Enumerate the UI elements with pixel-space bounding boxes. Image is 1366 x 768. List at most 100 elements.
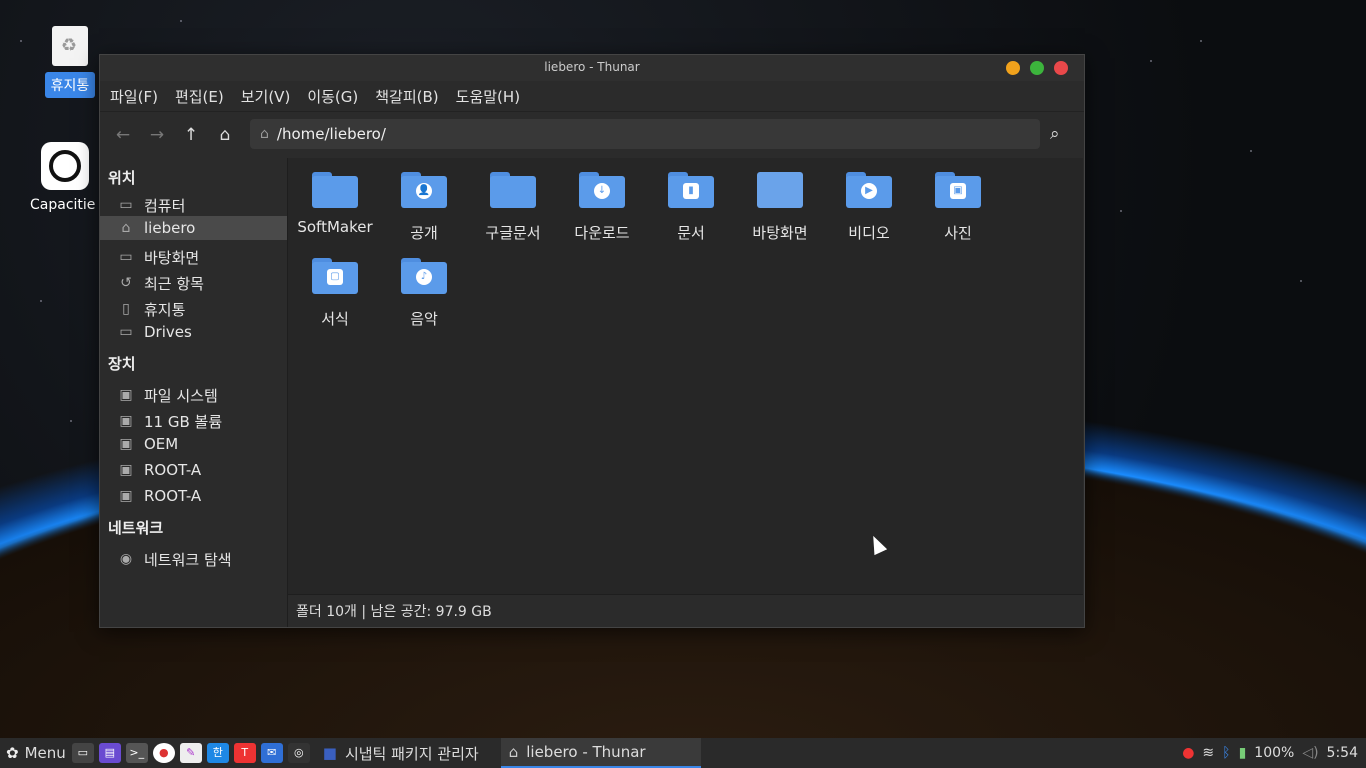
folder-pictures-icon: ▣ bbox=[935, 172, 981, 208]
bluetooth-icon[interactable]: ᛒ bbox=[1222, 745, 1230, 761]
office-icon[interactable]: T bbox=[233, 743, 256, 763]
wifi-icon[interactable]: ≋ bbox=[1202, 745, 1214, 761]
battery-icon[interactable]: ▮ bbox=[1239, 745, 1247, 761]
maximize-button[interactable] bbox=[1030, 61, 1044, 75]
folder-icon bbox=[490, 172, 536, 208]
screenshot-icon[interactable]: ◎ bbox=[287, 743, 310, 763]
folder-label: 공개 bbox=[410, 224, 438, 242]
desktop-icon: ▭ bbox=[119, 249, 133, 265]
drive-icon: ▭ bbox=[119, 324, 133, 340]
sidebar-item-volume[interactable]: ▣ 11 GB 볼륨 bbox=[100, 409, 287, 433]
terminal-icon[interactable]: >_ bbox=[125, 743, 148, 763]
menu-file[interactable]: 파일(F) bbox=[110, 86, 158, 107]
file-view[interactable]: SoftMaker 👤 공개 구글문서 ↓ 다운로드 ▮ 문서 바탕화면 ▶ 비디오 ▣… bbox=[288, 158, 1083, 594]
menu-help[interactable]: 도움말(H) bbox=[456, 86, 520, 107]
disk-icon: ▣ bbox=[119, 387, 133, 403]
file-manager-icon[interactable]: ▤ bbox=[98, 743, 121, 763]
home-icon[interactable]: ⌂ bbox=[208, 125, 242, 145]
menu-view[interactable]: 보기(V) bbox=[241, 86, 291, 107]
menu-label: Menu bbox=[24, 744, 66, 762]
menu-edit[interactable]: 편집(E) bbox=[175, 86, 224, 107]
task-synaptic[interactable]: ■ 시냅틱 패키지 관리자 bbox=[315, 738, 487, 768]
chrome-icon[interactable]: ● bbox=[152, 743, 175, 763]
sidebar-item-computer[interactable]: ▭ 컴퓨터 bbox=[100, 193, 287, 217]
hangul-icon[interactable]: 한 bbox=[206, 743, 229, 763]
sidebar-item-oem[interactable]: ▣ OEM bbox=[100, 432, 287, 456]
computer-icon: ▭ bbox=[119, 197, 133, 213]
menu-bookmarks[interactable]: 책갈피(B) bbox=[375, 86, 438, 107]
folder-music-icon: ♪ bbox=[401, 258, 447, 294]
folder-item[interactable]: ▣ 사진 bbox=[914, 172, 1002, 243]
show-desktop-icon[interactable]: ▭ bbox=[71, 743, 94, 763]
folder-label: 음악 bbox=[410, 310, 438, 328]
text-editor-icon[interactable]: ✎ bbox=[179, 743, 202, 763]
window-title: liebero - Thunar bbox=[544, 60, 640, 74]
desktop-capacities[interactable]: Capacitie bbox=[30, 142, 100, 213]
folder-templates-icon: ▢ bbox=[312, 258, 358, 294]
input-method-icon[interactable]: ● bbox=[1182, 745, 1194, 761]
folder-item[interactable]: ▢ 서식 bbox=[291, 258, 379, 329]
recent-icon: ↺ bbox=[120, 275, 132, 291]
titlebar[interactable]: liebero - Thunar bbox=[100, 55, 1084, 81]
folder-label: 사진 bbox=[944, 224, 972, 242]
folder-item[interactable]: 구글문서 bbox=[469, 172, 557, 243]
sidebar-item-drives[interactable]: ▭ Drives bbox=[100, 320, 287, 344]
minimize-button[interactable] bbox=[1006, 61, 1020, 75]
folder-icon bbox=[312, 172, 358, 208]
desktop-trash[interactable]: 휴지통 bbox=[42, 26, 98, 98]
folder-item[interactable]: ♪ 음악 bbox=[380, 258, 468, 329]
task-thunar[interactable]: ⌂ liebero - Thunar bbox=[500, 738, 701, 768]
trash-icon bbox=[52, 26, 88, 66]
folder-item[interactable]: 👤 공개 bbox=[380, 172, 468, 243]
desktop-capacities-label: Capacitie bbox=[30, 197, 96, 213]
folder-desktop-icon bbox=[757, 172, 803, 208]
disk-icon: ▣ bbox=[119, 462, 133, 478]
folder-label: 바탕화면 bbox=[752, 224, 808, 242]
folder-item[interactable]: SoftMaker bbox=[291, 172, 379, 236]
desktop-trash-label: 휴지통 bbox=[44, 72, 96, 98]
task-label: liebero - Thunar bbox=[526, 743, 646, 761]
menu-button[interactable]: ✿ Menu bbox=[6, 744, 66, 762]
menubar: 파일(F) 편집(E) 보기(V) 이동(G) 책갈피(B) 도움말(H) bbox=[100, 81, 1084, 112]
sidebar-item-desktop[interactable]: ▭ 바탕화면 bbox=[100, 245, 287, 269]
forward-icon[interactable]: → bbox=[140, 125, 174, 145]
menu-icon: ✿ bbox=[6, 744, 19, 762]
up-icon[interactable]: ↑ bbox=[174, 125, 208, 145]
sidebar-header-network: 네트워크 bbox=[108, 519, 164, 537]
sidebar-item-filesystem[interactable]: ▣ 파일 시스템 bbox=[100, 383, 287, 407]
mail-icon[interactable]: ✉ bbox=[260, 743, 283, 763]
sidebar-item-recent[interactable]: ↺ 최근 항목 bbox=[100, 271, 287, 295]
menu-go[interactable]: 이동(G) bbox=[307, 86, 358, 107]
back-icon[interactable]: ← bbox=[106, 125, 140, 145]
sidebar-item-label: 컴퓨터 bbox=[144, 196, 186, 215]
folder-item[interactable]: 바탕화면 bbox=[736, 172, 824, 243]
sidebar-item-label: 휴지통 bbox=[144, 300, 186, 319]
folder-label: 비디오 bbox=[848, 224, 890, 242]
battery-level: 100% bbox=[1254, 745, 1295, 761]
sidebar-item-label: ROOT-A bbox=[144, 487, 202, 505]
location-bar[interactable]: ⌂ /home/liebero/ bbox=[250, 119, 1040, 149]
folder-item[interactable]: ▮ 문서 bbox=[647, 172, 735, 243]
folder-label: 문서 bbox=[677, 224, 705, 242]
sidebar-item-label: 바탕화면 bbox=[144, 248, 200, 267]
volume-icon[interactable]: ◁) bbox=[1302, 745, 1318, 761]
sidebar-item-root-a-2[interactable]: ▣ ROOT-A bbox=[100, 484, 287, 508]
disk-icon: ▣ bbox=[119, 413, 133, 429]
thunar-window: liebero - Thunar 파일(F) 편집(E) 보기(V) 이동(G)… bbox=[99, 54, 1085, 628]
statusbar: 폴더 10개 | 남은 공간: 97.9 GB bbox=[288, 594, 1083, 627]
clock[interactable]: 5:54 bbox=[1327, 745, 1358, 761]
sidebar-item-browse-network[interactable]: ◉ 네트워크 탐색 bbox=[100, 547, 287, 571]
sidebar-item-root-a-1[interactable]: ▣ ROOT-A bbox=[100, 458, 287, 482]
sidebar-item-liebero[interactable]: ⌂ liebero bbox=[100, 216, 287, 240]
disk-icon: ▣ bbox=[119, 436, 133, 452]
location-home-icon: ⌂ bbox=[260, 126, 269, 142]
sidebar: 위치 ▭ 컴퓨터 ⌂ liebero ▭ 바탕화면 ↺ 최근 항목 ▯ 휴지통 ▭ Driv… bbox=[100, 158, 288, 627]
search-icon[interactable]: ⌕ bbox=[1050, 124, 1060, 144]
sidebar-header-devices: 장치 bbox=[108, 355, 136, 373]
home-icon: ⌂ bbox=[121, 220, 131, 236]
folder-item[interactable]: ↓ 다운로드 bbox=[558, 172, 646, 243]
close-button[interactable] bbox=[1054, 61, 1068, 75]
folder-item[interactable]: ▶ 비디오 bbox=[825, 172, 913, 243]
sidebar-item-trash[interactable]: ▯ 휴지통 bbox=[100, 297, 287, 321]
system-tray: ● ≋ ᛒ ▮ 100% ◁) 5:54 bbox=[1182, 738, 1366, 768]
